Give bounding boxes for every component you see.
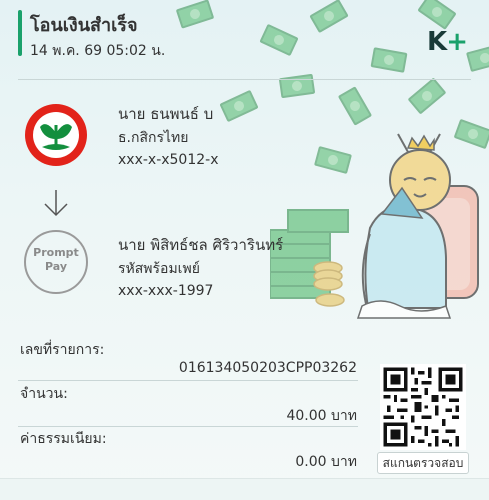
promptpay-logo-text: Prompt Pay — [26, 246, 86, 274]
kplus-logo: K+ — [427, 27, 468, 57]
receiver-name: นาย พิสิทธ์ชล ศิริวารินทร์ — [118, 236, 284, 254]
arrow-down-icon — [44, 190, 68, 217]
sender-name: นาย ธนพนธ์ บ — [118, 105, 214, 123]
amount-label: จำนวน: — [20, 386, 68, 402]
header-divider — [18, 79, 471, 80]
promptpay-logo-line1: Prompt — [33, 246, 79, 259]
verification-qr-code[interactable] — [380, 364, 466, 450]
reference-value: 016134050203CPP03262 — [178, 360, 357, 376]
money-bill-decoration — [465, 43, 489, 73]
money-bill-decoration — [278, 73, 316, 99]
money-bill-decoration — [417, 0, 457, 30]
kplus-logo-plus: + — [446, 27, 468, 57]
kasikorn-bank-logo — [25, 104, 87, 166]
transaction-datetime: 14 พ.ค. 69 05:02 น. — [30, 43, 166, 59]
money-bill-decoration — [175, 0, 215, 29]
sender-bank: ธ.กสิกรไทย — [118, 130, 189, 146]
mascot-illustration — [270, 133, 479, 319]
title-accent-bar — [18, 10, 22, 56]
money-bill-decoration — [259, 23, 299, 57]
bottom-band — [0, 478, 489, 500]
page-title: โอนเงินสำเร็จ — [30, 15, 138, 36]
transfer-slip: โอนเงินสำเร็จ 14 พ.ค. 69 05:02 น. K+ นาย… — [0, 0, 489, 500]
money-bill-decoration — [407, 77, 447, 115]
fee-label: ค่าธรรมเนียม: — [20, 431, 107, 447]
fee-value: 0.00 บาท — [295, 454, 357, 470]
amount-value: 40.00 บาท — [286, 408, 357, 424]
scan-verify-caption: สแกนตรวจสอบ — [377, 452, 469, 474]
kplus-logo-k: K — [427, 27, 447, 57]
amount-divider — [18, 426, 358, 427]
money-bill-decoration — [219, 89, 259, 123]
money-bill-decoration — [309, 0, 349, 34]
sender-account: xxx-x-x5012-x — [118, 152, 219, 168]
reference-divider — [18, 380, 358, 381]
reference-label: เลขที่รายการ: — [20, 342, 105, 358]
promptpay-logo-line2: Pay — [44, 260, 68, 273]
receiver-bank: รหัสพร้อมเพย์ — [118, 261, 200, 277]
promptpay-logo: Prompt Pay — [24, 230, 88, 294]
receiver-account: xxx-xxx-1997 — [118, 283, 214, 299]
money-bill-decoration — [370, 47, 408, 73]
